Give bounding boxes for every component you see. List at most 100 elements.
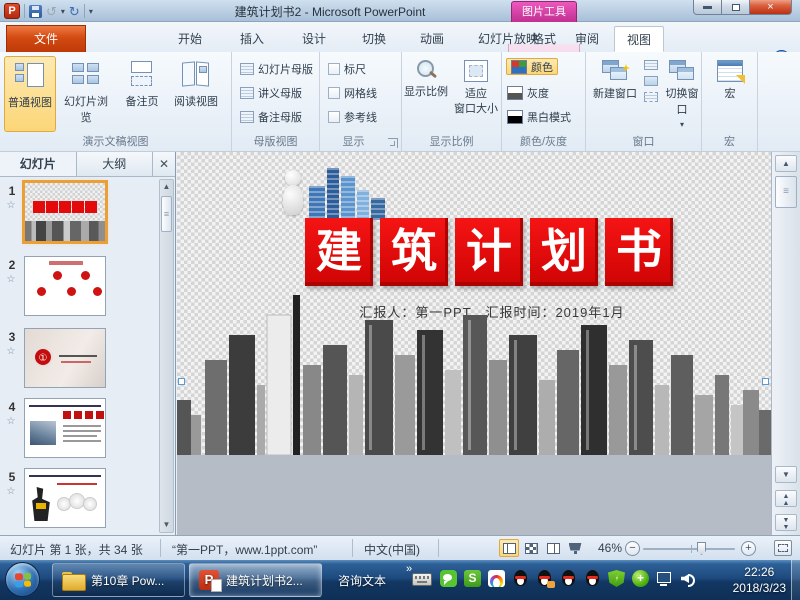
cascade-icon[interactable] [644,76,658,86]
slide-thumbnail-row-5[interactable]: 5 ☆ [0,468,156,536]
scroll-down-icon[interactable]: ▼ [775,466,797,483]
dialog-launcher-icon[interactable] [388,138,398,148]
selection-handle-right[interactable] [762,378,769,385]
normal-view-shortcut[interactable] [499,539,519,557]
undo-icon[interactable]: ↺ [46,5,57,18]
qq-icon-2[interactable] [536,570,553,587]
scroll-down-icon[interactable]: ▼ [160,518,173,532]
taskbar-clock[interactable]: 22:26 2018/3/23 [733,564,786,596]
slide-thumbnail[interactable] [24,256,106,316]
color-button[interactable]: 颜色 [506,58,558,75]
qq-icon-1[interactable] [512,570,529,587]
antivirus-ball-icon[interactable] [632,570,649,587]
slide-thumbnail[interactable]: ① [24,328,106,388]
language-indicator[interactable]: 中文(中国) [364,541,420,558]
scroll-up-icon[interactable]: ▲ [160,180,173,194]
slide-title[interactable]: 建 筑 计 划 书 [305,218,673,286]
volume-icon[interactable] [680,570,697,587]
new-window-button[interactable]: 新建窗口 [588,56,642,132]
tab-file[interactable]: 文件 [6,25,86,52]
qq-icon-3[interactable] [560,570,577,587]
ruler-checkbox[interactable]: 标尺 [328,60,366,77]
fit-to-window-button[interactable]: 适应 窗口大小 [452,56,500,132]
separator [160,539,161,557]
reading-view-button[interactable]: 阅读视图 [170,56,222,132]
qq-icon-4[interactable] [584,570,601,587]
move-split-icon[interactable] [644,92,658,102]
vertical-scrollbar[interactable]: ▲ ▼ ▲▲ ▼▼ [771,152,800,535]
restore-icon [732,4,740,11]
close-button[interactable]: × [750,0,792,15]
notes-page-icon [126,60,158,90]
notes-master-button[interactable]: 备注母版 [240,108,302,125]
city-skyline-image[interactable] [177,295,771,535]
undo-dropdown-icon[interactable]: ▾ [61,7,65,16]
normal-view-button[interactable]: 普通视图 [4,56,56,132]
slide-thumbnail-row-2[interactable]: 2 ☆ [0,256,156,324]
language-bar[interactable]: 咨询文本 [330,563,394,597]
selection-handle-left[interactable] [178,378,185,385]
fit-window-icon [464,60,488,82]
slide-thumbnail-row-1[interactable]: 1 ☆ [0,182,156,250]
tab-animations[interactable]: 动画 [404,26,460,52]
slide-thumbnail[interactable] [24,398,106,458]
powerpoint-window: P ↺▾ ↻ ▾ 建筑计划书2 - Microsoft PowerPoint 图… [0,0,800,600]
zoom-slider-track[interactable] [643,548,735,550]
grayscale-button[interactable]: 灰度 [507,84,549,101]
panel-scrollbar[interactable]: ▲ ▼ [159,179,174,533]
slide-sorter-shortcut[interactable] [521,539,541,557]
security-shield-icon[interactable] [608,570,625,587]
macros-button[interactable]: 宏 [704,56,756,132]
next-slide-button[interactable]: ▼▼ [775,514,797,531]
tab-view[interactable]: 视图 [614,26,664,52]
zoom-button[interactable]: 显示比例 [402,56,450,132]
slideshow-shortcut[interactable] [565,539,585,557]
powerpoint-app-icon[interactable]: P [4,3,20,19]
outline-tab[interactable]: 大纲 [77,152,154,176]
zoom-slider-thumb[interactable] [697,542,706,555]
start-button[interactable] [5,562,40,597]
notes-page-button[interactable]: 备注页 [120,56,164,132]
show-desktop-button[interactable] [791,560,800,600]
zoom-percentage[interactable]: 46% [598,541,622,555]
tab-home[interactable]: 开始 [160,26,220,52]
sogou-icon[interactable]: S [464,570,481,587]
reading-view-shortcut[interactable] [543,539,563,557]
scroll-up-icon[interactable]: ▲ [775,155,797,172]
network-icon[interactable] [656,570,673,587]
panel-close-icon[interactable]: ✕ [153,152,175,176]
black-white-button[interactable]: 黑白模式 [507,108,571,125]
scroll-thumb[interactable] [161,196,172,232]
slides-tab[interactable]: 幻灯片 [0,152,77,176]
tab-transitions[interactable]: 切换 [346,26,402,52]
slide-sorter-button[interactable]: 幻灯片浏览 [60,56,112,132]
zoom-in-button[interactable]: + [741,541,756,556]
switch-windows-button[interactable]: 切换窗口 ▾ [662,56,702,132]
handout-master-button[interactable]: 讲义母版 [240,84,302,101]
fit-slide-to-window-button[interactable] [774,540,792,556]
slide-thumbnail-row-3[interactable]: 3 ☆ ① [0,328,156,396]
slide-thumbnail[interactable] [24,468,106,528]
group-show: 标尺 网格线 参考线 显示 [320,52,402,151]
minimize-button[interactable] [693,0,722,15]
keyboard-icon[interactable] [412,573,432,586]
taskbar-folder-button[interactable]: 第10章 Pow... [52,563,185,597]
tab-insert[interactable]: 插入 [222,26,282,52]
scroll-thumb[interactable] [775,176,797,208]
slide-master-button[interactable]: 幻灯片母版 [240,60,313,77]
slide-thumbnail-row-4[interactable]: 4 ☆ [0,398,156,466]
slide-canvas[interactable]: 建 筑 计 划 书 汇报人：第一PPT 汇报时间：2019年1月 [177,152,771,535]
zoom-out-button[interactable]: − [625,541,640,556]
slide-thumbnail[interactable] [24,182,106,242]
tab-design[interactable]: 设计 [284,26,344,52]
arrange-all-icon[interactable] [644,60,658,70]
save-icon[interactable] [29,5,42,18]
rainbow-app-icon[interactable] [488,570,505,587]
tab-format[interactable]: 格式 [512,26,576,52]
restore-button[interactable] [722,0,750,15]
taskbar-powerpoint-button[interactable]: P 建筑计划书2... [189,563,322,597]
wechat-icon[interactable] [440,570,457,587]
guides-checkbox[interactable]: 参考线 [328,108,377,125]
gridlines-checkbox[interactable]: 网格线 [328,84,377,101]
previous-slide-button[interactable]: ▲▲ [775,490,797,507]
